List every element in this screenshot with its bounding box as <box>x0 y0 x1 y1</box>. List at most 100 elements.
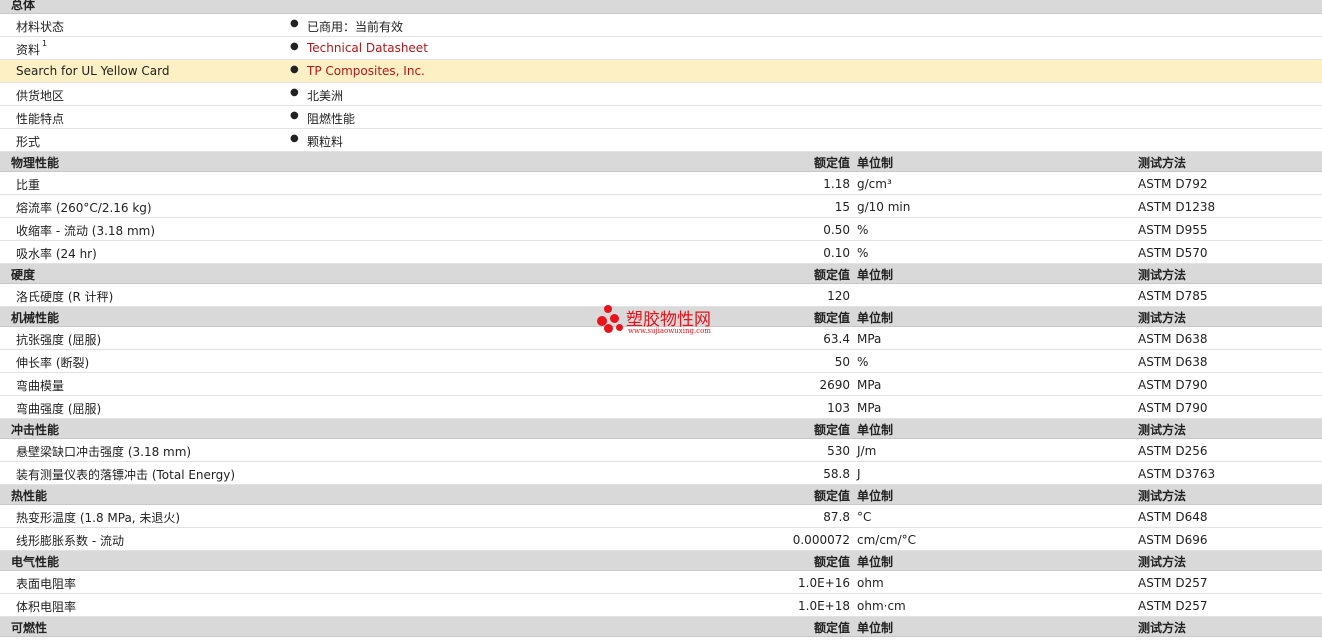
property-label: 比重 <box>16 178 41 192</box>
column-header-method: 测试方法 <box>1138 555 1187 569</box>
property-row: 吸水率 (24 hr) 0.10 % ASTM D570 <box>0 241 1322 264</box>
property-value: 1.18 <box>823 177 850 191</box>
property-value: 15 <box>834 200 850 214</box>
section-title: 总体 <box>11 0 36 12</box>
property-value: 2690 <box>819 378 850 392</box>
property-label: 表面电阻率 <box>16 577 77 591</box>
column-header-method: 测试方法 <box>1138 268 1187 282</box>
property-label: 线形膨胀系数 - 流动 <box>16 534 124 548</box>
section-header-flammability: 可燃性 额定值 单位制 测试方法 <box>0 617 1322 637</box>
property-value: 103 <box>827 401 850 415</box>
property-label: 抗张强度 (屈服) <box>16 333 102 347</box>
property-value: 0.000072 <box>792 533 850 547</box>
technical-datasheet-link[interactable]: Technical Datasheet <box>307 41 428 55</box>
property-unit: J <box>857 467 861 481</box>
column-header-unit: 单位制 <box>857 156 894 170</box>
info-row-datasheet: 资料 1 ● Technical Datasheet <box>0 37 1322 60</box>
property-unit: MPa <box>857 332 882 346</box>
property-label: 弯曲模量 <box>16 379 65 393</box>
section-title: 热性能 <box>11 489 48 503</box>
row-label: 资料 1 <box>16 39 47 58</box>
bullet-icon: ● <box>290 87 299 98</box>
property-value: 0.50 <box>823 223 850 237</box>
property-row: 热变形温度 (1.8 MPa, 未退火) 87.8 °C ASTM D648 <box>0 505 1322 528</box>
property-label: 装有测量仪表的落镖冲击 (Total Energy) <box>16 468 236 482</box>
column-header-value: 额定值 <box>813 311 850 325</box>
property-label: 洛氏硬度 (R 计秤) <box>16 290 114 304</box>
property-row: 伸长率 (断裂) 50 % ASTM D638 <box>0 350 1322 373</box>
info-row-form: 形式 ● 颗粒料 <box>0 129 1322 152</box>
test-method: ASTM D638 <box>1138 332 1208 346</box>
site-watermark: 塑胶物性网 www.sujiaowuxing.com <box>597 305 737 341</box>
section-title: 硬度 <box>11 268 36 282</box>
section-header-hardness: 硬度 额定值 单位制 测试方法 <box>0 264 1322 284</box>
column-header-method: 测试方法 <box>1138 311 1187 325</box>
section-title: 电气性能 <box>11 555 60 569</box>
property-row: 弯曲强度 (屈服) 103 MPa ASTM D790 <box>0 396 1322 419</box>
property-unit: % <box>857 223 869 237</box>
test-method: ASTM D1238 <box>1138 200 1216 214</box>
property-unit: cm/cm/°C <box>857 533 917 547</box>
column-header-unit: 单位制 <box>857 621 894 635</box>
property-row: 熔流率 (260°C/2.16 kg) 15 g/10 min ASTM D12… <box>0 195 1322 218</box>
row-label: 性能特点 <box>16 112 65 126</box>
property-row: 线形膨胀系数 - 流动 0.000072 cm/cm/°C ASTM D696 <box>0 528 1322 551</box>
property-label: 收缩率 - 流动 (3.18 mm) <box>16 224 156 238</box>
row-label: 材料状态 <box>16 20 65 34</box>
property-unit: ohm·cm <box>857 599 906 613</box>
property-unit: % <box>857 246 869 260</box>
row-label: 供货地区 <box>16 89 65 103</box>
property-unit: MPa <box>857 401 882 415</box>
property-value: 50 <box>834 355 850 369</box>
section-title: 物理性能 <box>11 156 60 170</box>
bullet-icon: ● <box>290 133 299 144</box>
test-method: ASTM D792 <box>1138 177 1208 191</box>
info-row-features: 性能特点 ● 阻燃性能 <box>0 106 1322 129</box>
info-row-region: 供货地区 ● 北美洲 <box>0 83 1322 106</box>
section-header-impact: 冲击性能 额定值 单位制 测试方法 <box>0 419 1322 439</box>
test-method: ASTM D256 <box>1138 444 1208 458</box>
row-label: Search for UL Yellow Card <box>16 64 170 78</box>
column-header-value: 额定值 <box>813 156 850 170</box>
property-label: 体积电阻率 <box>16 600 77 614</box>
bullet-icon: ● <box>290 64 299 75</box>
supplier-link[interactable]: TP Composites, Inc. <box>307 64 425 78</box>
bullet-icon: ● <box>290 110 299 121</box>
column-header-value: 额定值 <box>813 268 850 282</box>
property-row: 比重 1.18 g/cm³ ASTM D792 <box>0 172 1322 195</box>
column-header-value: 额定值 <box>813 621 850 635</box>
watermark-logo-icon <box>597 305 625 335</box>
test-method: ASTM D790 <box>1138 401 1208 415</box>
property-row: 体积电阻率 1.0E+18 ohm·cm ASTM D257 <box>0 594 1322 617</box>
section-header-general: 总体 <box>0 0 1322 14</box>
column-header-unit: 单位制 <box>857 311 894 325</box>
column-header-value: 额定值 <box>813 423 850 437</box>
property-value: 120 <box>827 289 850 303</box>
info-row-ul-yellow-card: Search for UL Yellow Card ● TP Composite… <box>0 60 1322 83</box>
column-header-value: 额定值 <box>813 489 850 503</box>
property-value: 87.8 <box>823 510 850 524</box>
row-value: 颗粒料 <box>307 135 344 149</box>
test-method: ASTM D3763 <box>1138 467 1216 481</box>
property-value: 63.4 <box>823 332 850 346</box>
test-method: ASTM D638 <box>1138 355 1208 369</box>
section-title: 机械性能 <box>11 311 60 325</box>
row-value: 北美洲 <box>307 89 344 103</box>
column-header-unit: 单位制 <box>857 268 894 282</box>
property-row: 收缩率 - 流动 (3.18 mm) 0.50 % ASTM D955 <box>0 218 1322 241</box>
column-header-unit: 单位制 <box>857 555 894 569</box>
row-label: 形式 <box>16 135 41 149</box>
section-title: 冲击性能 <box>11 423 60 437</box>
property-row: 表面电阻率 1.0E+16 ohm ASTM D257 <box>0 571 1322 594</box>
property-label: 熔流率 (260°C/2.16 kg) <box>16 201 152 215</box>
property-unit: g/10 min <box>857 200 911 214</box>
property-unit: % <box>857 355 869 369</box>
property-value: 1.0E+18 <box>798 599 850 613</box>
test-method: ASTM D257 <box>1138 599 1208 613</box>
property-row: 悬壁梁缺口冲击强度 (3.18 mm) 530 J/m ASTM D256 <box>0 439 1322 462</box>
test-method: ASTM D648 <box>1138 510 1208 524</box>
property-row: 装有测量仪表的落镖冲击 (Total Energy) 58.8 J ASTM D… <box>0 462 1322 485</box>
property-value: 0.10 <box>823 246 850 260</box>
test-method: ASTM D785 <box>1138 289 1208 303</box>
bullet-icon: ● <box>290 41 299 52</box>
